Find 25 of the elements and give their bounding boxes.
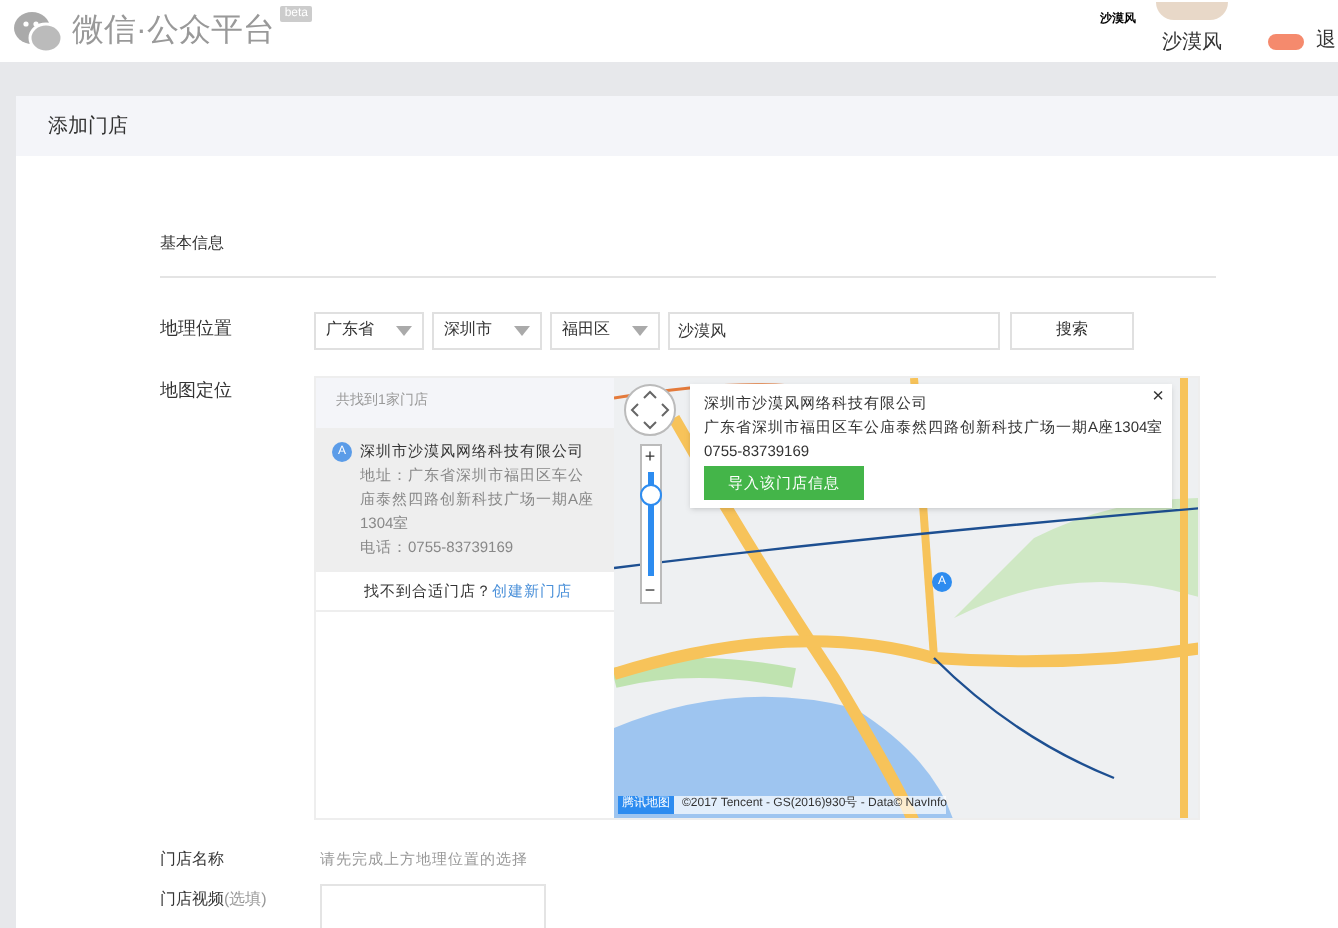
direction-arrows-icon bbox=[630, 390, 670, 430]
zoom-thumb[interactable] bbox=[639, 484, 661, 507]
caret-icon bbox=[632, 325, 648, 335]
search-input[interactable]: 沙漠风 bbox=[668, 311, 1000, 349]
zoom-in-button[interactable]: + bbox=[644, 446, 656, 468]
search-button[interactable]: 搜索 bbox=[1010, 311, 1134, 349]
close-button[interactable]: × bbox=[1152, 386, 1164, 410]
zoom-out-button[interactable]: − bbox=[644, 580, 656, 602]
caret-icon bbox=[514, 325, 530, 335]
logout-link[interactable]: 退 bbox=[1316, 26, 1336, 56]
dropdown[interactable]: 福田区 bbox=[550, 311, 660, 349]
section-title: 基本信息 bbox=[160, 234, 224, 252]
chat-bubbles-logo-icon bbox=[12, 9, 64, 53]
field-label: 门店视频(选填) bbox=[160, 888, 269, 912]
user-name: 沙漠风 bbox=[1162, 29, 1222, 57]
dropdown[interactable]: 深圳市 bbox=[432, 311, 542, 349]
notification-badge bbox=[1268, 33, 1304, 49]
dropdown[interactable]: 广东省 bbox=[314, 311, 424, 349]
field-label: 门店名称 bbox=[160, 848, 226, 872]
field-label: 地图定位 bbox=[160, 378, 234, 404]
avatar-icon bbox=[1156, 1, 1228, 19]
field-label: 地理位置 bbox=[160, 316, 234, 343]
brand-title: 微信·公众平台 bbox=[72, 11, 275, 51]
page-title: 添加门店 bbox=[48, 113, 128, 141]
caret-icon bbox=[396, 325, 412, 335]
